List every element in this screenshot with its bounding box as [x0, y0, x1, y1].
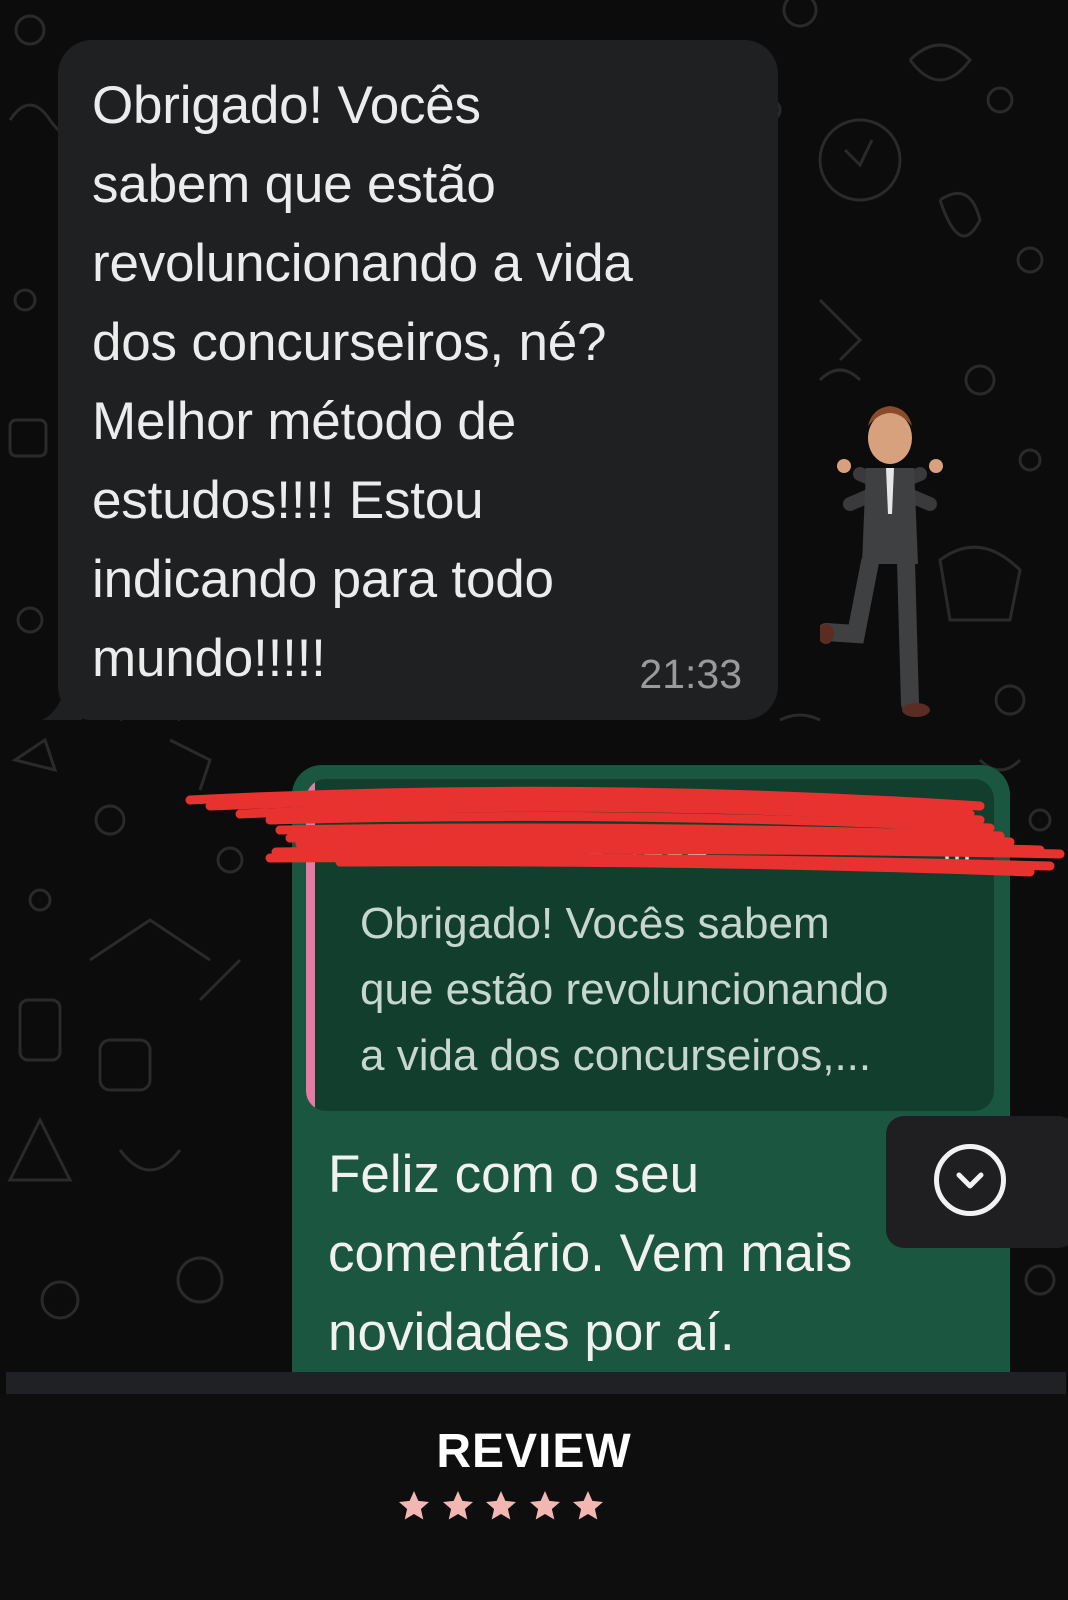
scroll-to-bottom-button[interactable] — [886, 1116, 1068, 1248]
review-footer: REVIEW — [0, 1394, 1068, 1600]
incoming-message-text: Obrigado! Vocês sabem que estão revolunc… — [92, 76, 633, 688]
star-rating — [396, 1488, 606, 1528]
red-redaction-scribble — [185, 786, 1065, 877]
chat-input-strip — [6, 1372, 1066, 1394]
whatsapp-review-screenshot: Obrigado! Vocês sabem que estão revolunc… — [0, 0, 1068, 1600]
incoming-message-bubble[interactable]: Obrigado! Vocês sabem que estão revolunc… — [42, 40, 778, 720]
dancing-avatar-sticker-icon[interactable] — [820, 404, 960, 724]
star-icon — [442, 1491, 473, 1520]
message-timestamp: 21:33 — [639, 651, 742, 697]
star-icon — [573, 1491, 603, 1520]
chevron-down-icon — [934, 1144, 1006, 1216]
star-icon — [399, 1491, 429, 1520]
quote-text: Obrigado! Vocês sabem que estão revolunc… — [360, 899, 889, 1080]
review-title: REVIEW — [436, 1425, 632, 1478]
star-icon — [486, 1491, 516, 1520]
star-icon — [529, 1491, 560, 1520]
bubble-tail-icon — [42, 680, 82, 720]
chat-background: Obrigado! Vocês sabem que estão revolunc… — [0, 0, 1068, 1372]
